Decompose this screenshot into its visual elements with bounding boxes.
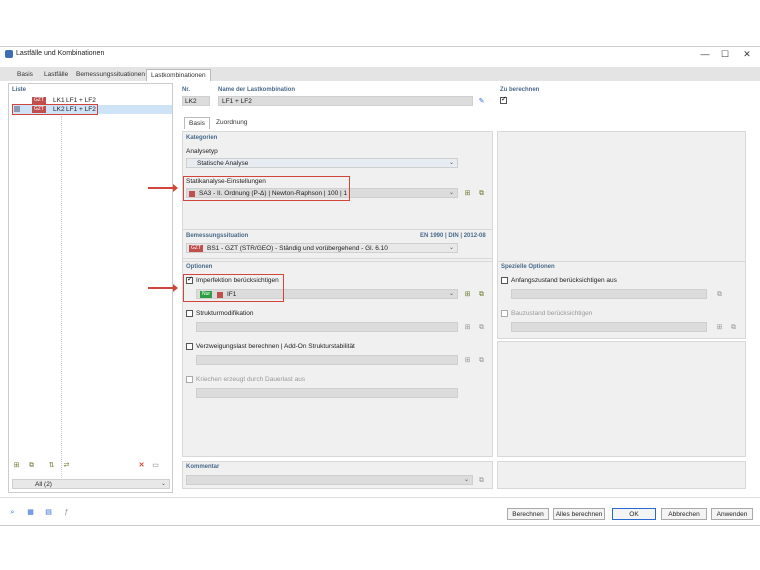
analysetyp-select[interactable]: Statische Analyse ⌄ — [186, 158, 458, 168]
copy-item-icon[interactable]: ⧉ — [27, 461, 36, 470]
tab-basis[interactable]: Basis — [13, 69, 37, 81]
arrow-icon — [148, 284, 178, 292]
edit-icon[interactable]: ⧉ — [477, 323, 486, 332]
window-title: Lastfälle und Kombinationen — [16, 50, 105, 57]
alles-berechnen-button[interactable]: Alles berechnen — [553, 508, 605, 520]
filter-value: All (2) — [35, 481, 52, 488]
app-icon — [5, 50, 13, 58]
name-value: LF1 + LF2 — [222, 98, 252, 105]
divider — [0, 497, 760, 498]
anfang-select[interactable] — [511, 289, 707, 299]
chevron-down-icon: ⌄ — [463, 477, 469, 483]
function-icon[interactable]: ƒ — [62, 508, 71, 517]
new-icon[interactable]: ⊞ — [715, 323, 724, 332]
kommentar-input[interactable]: ⌄ — [186, 475, 473, 485]
chevron-down-icon: ⌄ — [448, 291, 454, 297]
chevron-down-icon: ⌄ — [448, 160, 454, 166]
name-label: Name der Lastkombination — [218, 87, 296, 93]
side-panel-bottom — [497, 461, 746, 489]
anfang-checkbox[interactable] — [501, 277, 508, 284]
struktur-checkbox[interactable] — [186, 310, 193, 317]
kriechen-field[interactable] — [196, 388, 458, 398]
tab-bemessungssituationen[interactable]: Bemessungssituationen — [72, 69, 149, 81]
edit-icon[interactable]: ⧉ — [477, 476, 486, 485]
view-options-icon[interactable]: ▭ — [151, 461, 160, 470]
calc-label: Zu berechnen — [500, 87, 540, 93]
new-icon[interactable]: ⊞ — [463, 290, 472, 299]
edit-icon[interactable]: ⧉ — [477, 290, 486, 299]
divider — [61, 116, 62, 486]
dialog-window: Lastfälle und Kombinationen — ☐ ✕ Basis … — [0, 46, 760, 526]
tab-lastkombinationen[interactable]: Lastkombinationen — [146, 69, 211, 81]
bemessung-value: BS1 - GZT (STR/GEO) - Ständig und vorübe… — [207, 245, 388, 252]
renumber-icon[interactable]: ⇅ — [47, 461, 56, 470]
bemessung-title: Bemessungssituation — [186, 233, 249, 239]
gzt-badge: GZT — [32, 97, 46, 104]
spezielle-title: Spezielle Optionen — [501, 264, 555, 270]
new-item-icon[interactable]: ⊞ — [12, 461, 21, 470]
title-bar: Lastfälle und Kombinationen — ☐ ✕ — [0, 47, 760, 61]
nr-field[interactable]: LK2 — [182, 96, 210, 106]
edit-icon[interactable]: ⧉ — [477, 356, 486, 365]
list-item-code: LK1 — [53, 97, 65, 104]
maximize-icon[interactable]: ☐ — [718, 48, 732, 60]
calc-checkbox[interactable] — [500, 95, 507, 104]
edit-icon[interactable]: ⧉ — [477, 189, 486, 198]
close-icon[interactable]: ✕ — [740, 48, 754, 60]
edit-icon[interactable]: ⧉ — [729, 323, 738, 332]
table-icon[interactable]: ▤ — [44, 508, 53, 517]
new-icon[interactable]: ⊞ — [463, 189, 472, 198]
highlight-box — [12, 104, 98, 115]
kriechen-checkbox[interactable] — [186, 376, 193, 383]
kommentar-title: Kommentar — [186, 464, 220, 470]
side-panel-lower — [497, 341, 746, 457]
edit-name-icon[interactable]: ✎ — [477, 97, 486, 106]
nr-value: LK2 — [185, 98, 197, 105]
chevron-down-icon: ⌄ — [448, 245, 454, 251]
kriechen-label: Kriechen erzeugt durch Dauerlast aus — [196, 376, 306, 383]
analysetyp-value: Statische Analyse — [197, 160, 249, 167]
filter-select[interactable]: All (2) ⌄ — [12, 479, 170, 489]
delete-icon[interactable]: ✕ — [137, 461, 146, 470]
abbrechen-button[interactable]: Abbrechen — [661, 508, 707, 520]
verzweigung-checkbox[interactable] — [186, 343, 193, 350]
chevron-down-icon: ⌄ — [448, 190, 454, 196]
search-icon[interactable]: ⌕ — [8, 508, 17, 517]
list-header: Liste — [12, 87, 27, 93]
ok-button[interactable]: OK — [612, 508, 656, 520]
struktur-select[interactable] — [196, 322, 458, 332]
highlight-box — [183, 176, 350, 201]
edit-icon[interactable]: ⧉ — [715, 290, 724, 299]
minimize-icon[interactable]: — — [698, 48, 712, 60]
name-field[interactable]: LF1 + LF2 — [218, 96, 473, 106]
berechnen-button[interactable]: Berechnen — [507, 508, 549, 520]
bemessung-norm: EN 1990 | DIN | 2012-08 — [420, 233, 486, 239]
gzt-badge: GZT — [189, 245, 203, 252]
bau-select[interactable] — [511, 322, 707, 332]
units-icon[interactable]: ▦ — [26, 508, 35, 517]
anfang-label: Anfangszustand berücksichtigen aus — [511, 277, 617, 284]
sort-icon[interactable]: ⇄ — [62, 461, 71, 470]
bemessung-select[interactable]: GZT BS1 - GZT (STR/GEO) - Ständig und vo… — [186, 243, 458, 253]
tab-lastfaelle[interactable]: Lastfälle — [40, 69, 72, 81]
bau-checkbox[interactable] — [501, 310, 508, 317]
bau-label: Bauzustand berücksichtigen — [511, 310, 593, 317]
struktur-label: Strukturmodifikation — [196, 310, 254, 317]
verzweigung-label: Verzweigungslast berechnen | Add-On Stru… — [196, 343, 355, 350]
chevron-down-icon: ⌄ — [160, 481, 166, 487]
kategorien-title: Kategorien — [186, 135, 218, 141]
subtab-basis[interactable]: Basis — [184, 117, 210, 129]
new-icon[interactable]: ⊞ — [463, 323, 472, 332]
anwenden-button[interactable]: Anwenden — [711, 508, 753, 520]
side-panel — [497, 131, 746, 271]
analysetyp-label: Analysetyp — [186, 148, 218, 155]
subtab-zuordnung[interactable]: Zuordnung — [212, 117, 251, 129]
verzweigung-select[interactable] — [196, 355, 458, 365]
nr-label: Nr. — [182, 87, 191, 93]
arrow-icon — [148, 184, 178, 192]
list-item-name: LF1 + LF2 — [66, 97, 96, 104]
new-icon[interactable]: ⊞ — [463, 356, 472, 365]
optionen-title: Optionen — [186, 264, 213, 270]
highlight-box — [183, 274, 284, 302]
